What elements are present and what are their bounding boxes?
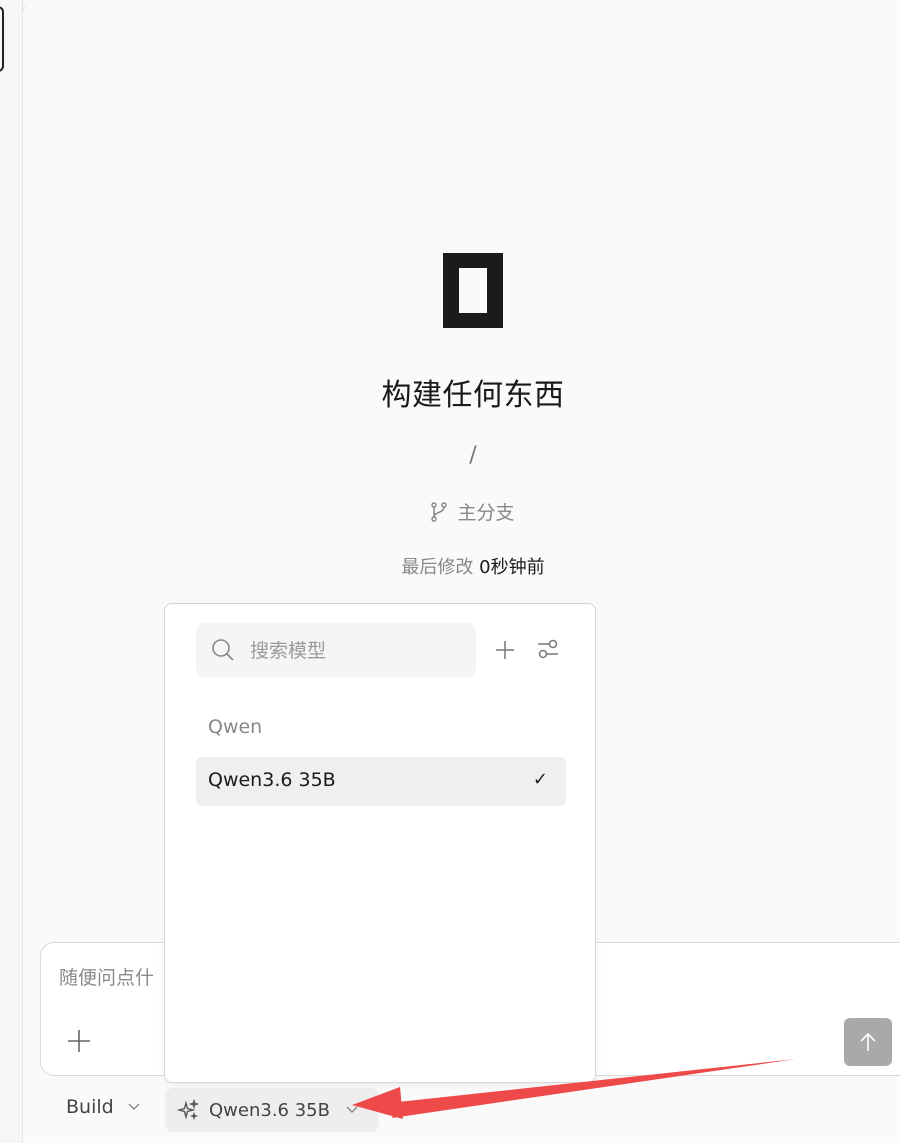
model-dropdown: Qwen Qwen3.6 35B ✓ [164,603,596,1083]
model-option[interactable]: Qwen3.6 35B ✓ [196,757,566,806]
model-option-label: Qwen3.6 35B [208,769,336,791]
arrow-up-icon [860,1032,876,1051]
chevron-down-icon [128,1103,140,1110]
chevron-down-icon [346,1106,358,1113]
composer-toolbar: Build Qwen3.6 35B [40,1076,900,1143]
model-search-box[interactable] [196,623,476,677]
mode-label: Build [66,1096,114,1118]
attach-button[interactable] [65,1027,93,1055]
last-modified-label: 最后修改 [401,557,474,578]
model-select[interactable]: Qwen3.6 35B [165,1088,379,1132]
add-model-icon[interactable] [495,640,515,660]
branch-indicator[interactable]: 主分支 [0,498,900,525]
composer-input[interactable]: 随便问点什 [59,963,154,990]
model-group-label: Qwen [208,716,263,738]
sidebar-toggle-handle[interactable] [0,6,4,72]
send-button[interactable] [844,1018,892,1066]
model-search-input[interactable] [248,635,462,667]
last-modified-time: 0秒钟前 [479,557,545,578]
model-select-label: Qwen3.6 35B [209,1099,330,1121]
app-logo [443,253,503,328]
search-icon [212,639,234,661]
git-branch-icon [431,502,448,522]
sparkles-icon [177,1099,199,1121]
mode-select[interactable]: Build [66,1096,140,1118]
last-modified: 最后修改 0秒钟前 [0,553,900,579]
plus-icon [68,1030,90,1052]
checkmark-icon: ✓ [532,769,548,790]
project-title: 构建任何东西 [381,378,565,413]
project-path: / [469,443,477,468]
branch-name: 主分支 [457,502,515,524]
filter-settings-icon[interactable] [536,637,560,661]
